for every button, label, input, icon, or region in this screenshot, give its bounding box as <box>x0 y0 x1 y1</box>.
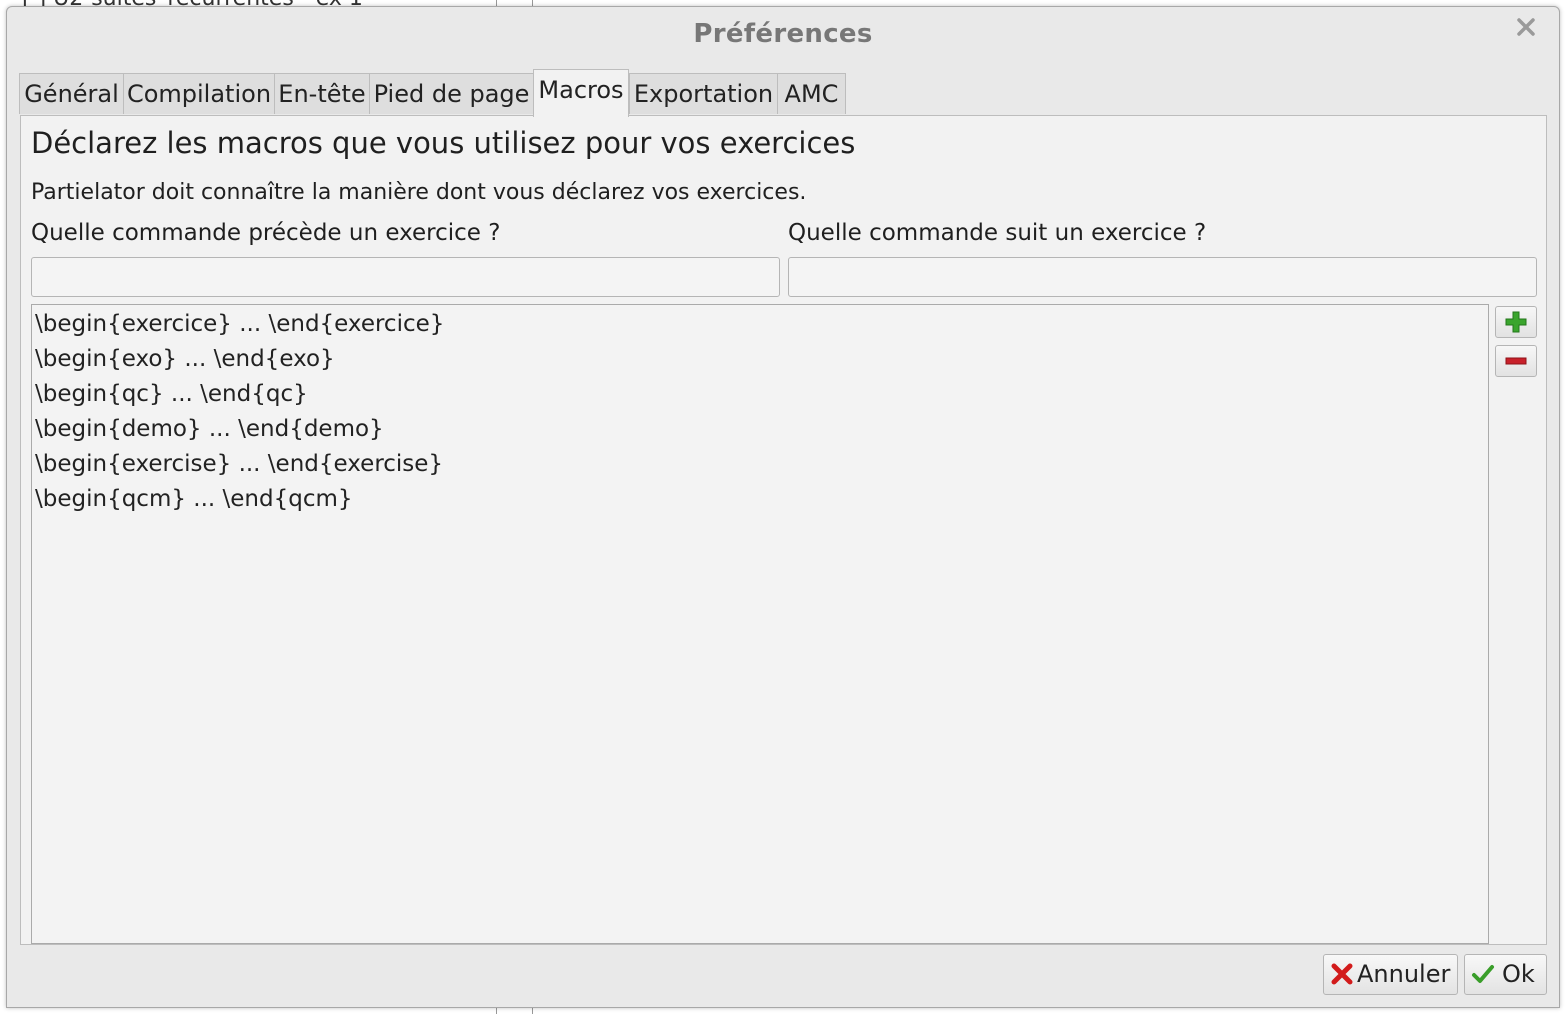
before-command-label: Quelle commande précède un exercice ? <box>31 220 501 246</box>
list-item[interactable]: \begin{exo} ... \end{exo} <box>32 342 1488 377</box>
remove-macro-button[interactable] <box>1495 345 1537 377</box>
cancel-button[interactable]: Annuler <box>1323 954 1458 995</box>
plus-icon <box>1505 311 1527 333</box>
ok-label: Ok <box>1502 960 1535 988</box>
macros-list[interactable]: \begin{exercice} ... \end{exercice} \beg… <box>31 304 1489 944</box>
preferences-dialog: Préférences Général Compilation En-tête … <box>6 6 1560 1008</box>
dialog-title: Préférences <box>693 19 873 49</box>
macros-panel: Déclarez les macros que vous utilisez po… <box>20 115 1547 945</box>
tab-macros[interactable]: Macros <box>533 69 629 117</box>
checkmark-icon <box>1472 965 1494 983</box>
list-item[interactable]: \begin{qc} ... \end{qc} <box>32 377 1488 412</box>
cancel-label: Annuler <box>1357 960 1451 988</box>
after-command-label: Quelle commande suit un exercice ? <box>788 220 1207 246</box>
dialog-titlebar[interactable]: Préférences <box>7 7 1559 65</box>
tab-compilation[interactable]: Compilation <box>123 73 275 114</box>
ok-button[interactable]: Ok <box>1464 954 1547 995</box>
list-item[interactable]: \begin{qcm} ... \end{qcm} <box>32 482 1488 517</box>
close-icon <box>1517 18 1535 36</box>
minus-icon <box>1505 357 1527 365</box>
add-macro-button[interactable] <box>1495 306 1537 338</box>
list-item[interactable]: \begin{exercice} ... \end{exercice} <box>32 307 1488 342</box>
before-command-input[interactable] <box>31 257 780 297</box>
panel-description: Partielator doit connaître la manière do… <box>31 180 807 205</box>
tab-footer[interactable]: Pied de page <box>369 73 534 114</box>
tab-general[interactable]: Général <box>19 73 124 114</box>
after-command-input[interactable] <box>788 257 1537 297</box>
list-item[interactable]: \begin{exercise} ... \end{exercise} <box>32 447 1488 482</box>
close-button[interactable] <box>1511 17 1541 47</box>
list-item[interactable]: \begin{demo} ... \end{demo} <box>32 412 1488 447</box>
cancel-icon <box>1331 963 1353 985</box>
tab-header[interactable]: En-tête <box>274 73 370 114</box>
panel-heading: Déclarez les macros que vous utilisez po… <box>31 126 856 160</box>
tab-amc[interactable]: AMC <box>777 73 846 114</box>
tab-export[interactable]: Exportation <box>629 73 778 114</box>
